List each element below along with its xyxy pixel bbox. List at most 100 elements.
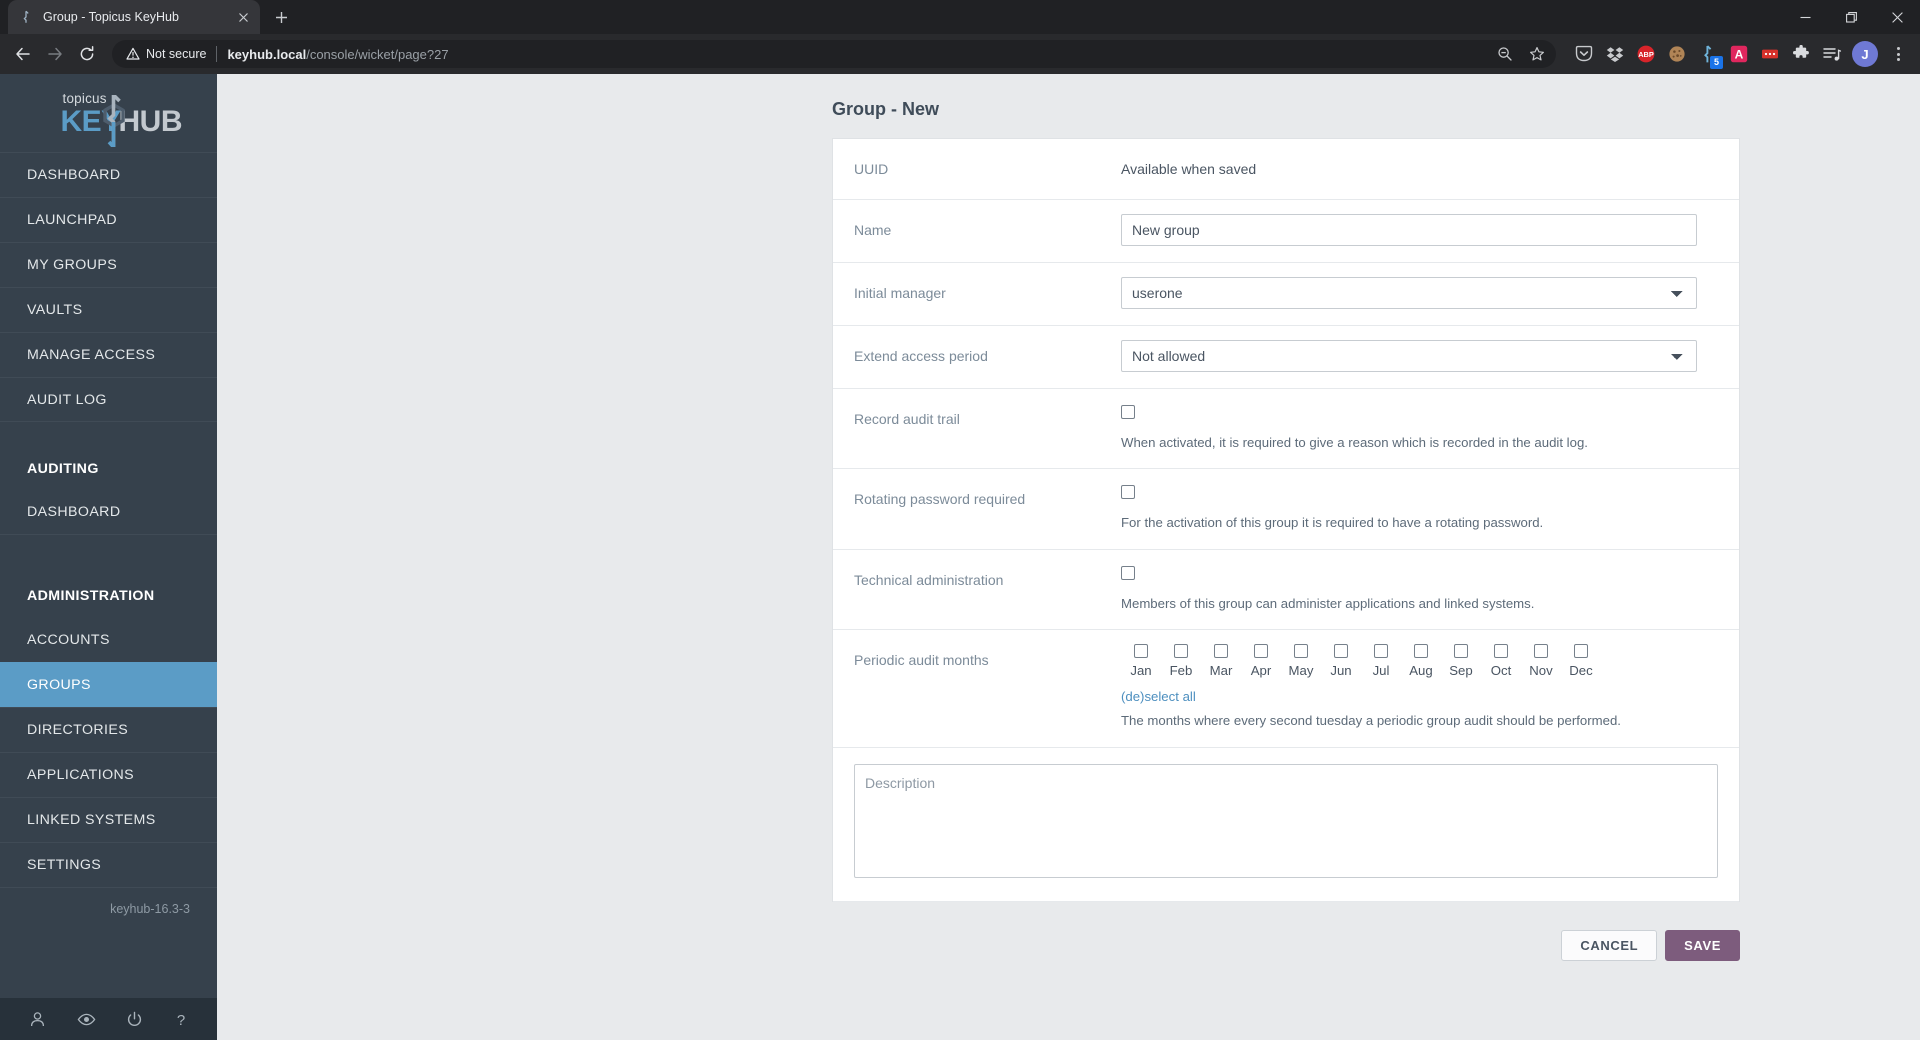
- window-close-icon[interactable]: [1874, 0, 1920, 34]
- month-nov[interactable]: Nov: [1521, 644, 1561, 678]
- month-checkbox[interactable]: [1334, 644, 1348, 659]
- month-may[interactable]: May: [1281, 644, 1321, 678]
- month-label: May: [1288, 663, 1314, 679]
- month-checkbox[interactable]: [1494, 644, 1508, 659]
- month-checkbox[interactable]: [1174, 644, 1188, 659]
- sidebar-item-auditing-dashboard[interactable]: DASHBOARD: [0, 490, 217, 535]
- extensions-tray: ABP 5 A J: [1566, 40, 1912, 69]
- profile-avatar[interactable]: J: [1852, 41, 1878, 67]
- main-content: Group - New UUID Available when saved Na…: [217, 74, 1920, 1040]
- month-label: Aug: [1409, 663, 1433, 679]
- month-checkbox[interactable]: [1414, 644, 1428, 659]
- keyhub-hex-icon: [96, 93, 132, 152]
- three-dot-menu-icon[interactable]: [1884, 40, 1912, 68]
- maximize-icon[interactable]: [1828, 0, 1874, 34]
- url-path: /console/wicket/page?27: [306, 46, 449, 62]
- new-tab-button[interactable]: [266, 2, 296, 32]
- sidebar-item-directories[interactable]: DIRECTORIES: [0, 707, 217, 752]
- month-jun[interactable]: Jun: [1321, 644, 1361, 678]
- month-sep[interactable]: Sep: [1441, 644, 1481, 678]
- sidebar-item-launchpad[interactable]: LAUNCHPAD: [0, 197, 217, 242]
- month-checkbox[interactable]: [1454, 644, 1468, 659]
- reading-list-icon[interactable]: [1818, 40, 1846, 68]
- forward-arrow-icon[interactable]: [40, 39, 70, 69]
- eye-icon[interactable]: [77, 1011, 96, 1028]
- month-checkbox[interactable]: [1254, 644, 1268, 659]
- sidebar-item-audit-log[interactable]: AUDIT LOG: [0, 377, 217, 422]
- month-jul[interactable]: Jul: [1361, 644, 1401, 678]
- uuid-value: Available when saved: [1121, 161, 1257, 177]
- month-oct[interactable]: Oct: [1481, 644, 1521, 678]
- form-row-record-audit-trail: Record audit trail When activated, it is…: [833, 389, 1739, 470]
- sidebar-item-applications[interactable]: APPLICATIONS: [0, 752, 217, 797]
- svg-text:ABP: ABP: [1638, 50, 1654, 59]
- dropbox-extension-icon[interactable]: [1601, 40, 1629, 68]
- account-icon[interactable]: [29, 1011, 46, 1028]
- deselect-all-link[interactable]: (de)select all: [1121, 689, 1196, 704]
- month-apr[interactable]: Apr: [1241, 644, 1281, 678]
- cookie-extension-icon[interactable]: [1663, 40, 1691, 68]
- extend-access-period-label: Extend access period: [854, 348, 988, 364]
- technical-administration-label: Technical administration: [854, 571, 1004, 588]
- security-indicator[interactable]: Not secure: [126, 47, 206, 61]
- month-checkbox[interactable]: [1294, 644, 1308, 659]
- zoom-out-icon[interactable]: [1492, 41, 1518, 67]
- rotating-password-required-checkbox[interactable]: [1121, 485, 1135, 500]
- record-audit-trail-hint: When activated, it is required to give a…: [1121, 435, 1588, 450]
- sidebar-item-settings[interactable]: SETTINGS: [0, 842, 217, 887]
- power-icon[interactable]: [126, 1011, 143, 1028]
- sidebar-item-groups[interactable]: GROUPS: [0, 662, 217, 707]
- sidebar-item-label: LINKED SYSTEMS: [27, 812, 156, 828]
- name-input[interactable]: [1121, 214, 1697, 246]
- month-mar[interactable]: Mar: [1201, 644, 1241, 678]
- browser-titlebar: Group - Topicus KeyHub: [0, 0, 1920, 34]
- save-button[interactable]: SAVE: [1665, 929, 1740, 961]
- keyhub-favicon: [19, 9, 35, 25]
- pocket-extension-icon[interactable]: [1570, 40, 1598, 68]
- minimize-icon[interactable]: [1782, 0, 1828, 34]
- keyhub-extension-icon[interactable]: 5: [1694, 40, 1723, 69]
- record-audit-trail-checkbox[interactable]: [1121, 404, 1135, 419]
- browser-tab[interactable]: Group - Topicus KeyHub: [8, 0, 260, 34]
- address-bar[interactable]: Not secure keyhub.local/console/wicket/p…: [112, 40, 1556, 68]
- sidebar-main-nav: DASHBOARD LAUNCHPAD MY GROUPS VAULTS MAN…: [0, 152, 217, 422]
- tab-close-icon[interactable]: [234, 8, 252, 26]
- back-arrow-icon[interactable]: [8, 39, 38, 69]
- window-controls: [1782, 0, 1920, 34]
- sidebar-item-manage-access[interactable]: MANAGE ACCESS: [0, 332, 217, 377]
- record-audit-trail-label: Record audit trail: [854, 411, 960, 427]
- name-label: Name: [854, 222, 892, 238]
- month-checkbox[interactable]: [1214, 644, 1228, 659]
- adblock-plus-extension-icon[interactable]: ABP: [1632, 40, 1660, 68]
- technical-administration-checkbox[interactable]: [1121, 565, 1135, 580]
- month-dec[interactable]: Dec: [1561, 644, 1601, 678]
- sidebar-item-my-groups[interactable]: MY GROUPS: [0, 242, 217, 287]
- initial-manager-select[interactable]: userone: [1121, 277, 1697, 309]
- month-checkbox[interactable]: [1374, 644, 1388, 659]
- month-checkbox[interactable]: [1574, 644, 1588, 659]
- description-textarea[interactable]: [854, 763, 1718, 878]
- omnibox-actions: [1492, 41, 1550, 67]
- sidebar-item-accounts[interactable]: ACCOUNTS: [0, 617, 217, 662]
- avast-extension-icon[interactable]: A: [1725, 40, 1753, 68]
- month-aug[interactable]: Aug: [1401, 644, 1441, 678]
- cancel-button[interactable]: CANCEL: [1561, 929, 1658, 961]
- month-jan[interactable]: Jan: [1121, 644, 1161, 678]
- sidebar-section-auditing: AUDITING: [27, 461, 99, 477]
- sidebar-item-dashboard[interactable]: DASHBOARD: [0, 152, 217, 197]
- month-checkbox[interactable]: [1134, 644, 1148, 659]
- month-checkbox[interactable]: [1534, 644, 1548, 659]
- month-feb[interactable]: Feb: [1161, 644, 1201, 678]
- sidebar-item-linked-systems[interactable]: LINKED SYSTEMS: [0, 797, 217, 842]
- extensions-puzzle-icon[interactable]: [1787, 40, 1815, 68]
- sidebar-item-label: APPLICATIONS: [27, 767, 135, 783]
- dashlane-extension-icon[interactable]: [1756, 40, 1784, 68]
- sidebar-item-vaults[interactable]: VAULTS: [0, 287, 217, 332]
- reload-icon[interactable]: [72, 39, 102, 69]
- form-row-rotating-password-required: Rotating password required For the activ…: [833, 469, 1739, 550]
- help-icon[interactable]: ?: [174, 1011, 188, 1028]
- star-icon[interactable]: [1524, 41, 1550, 67]
- sidebar-item-label: AUDIT LOG: [27, 391, 107, 408]
- app-logo[interactable]: topicus KEY HUB: [0, 74, 217, 152]
- extend-access-period-select[interactable]: Not allowed: [1121, 340, 1697, 372]
